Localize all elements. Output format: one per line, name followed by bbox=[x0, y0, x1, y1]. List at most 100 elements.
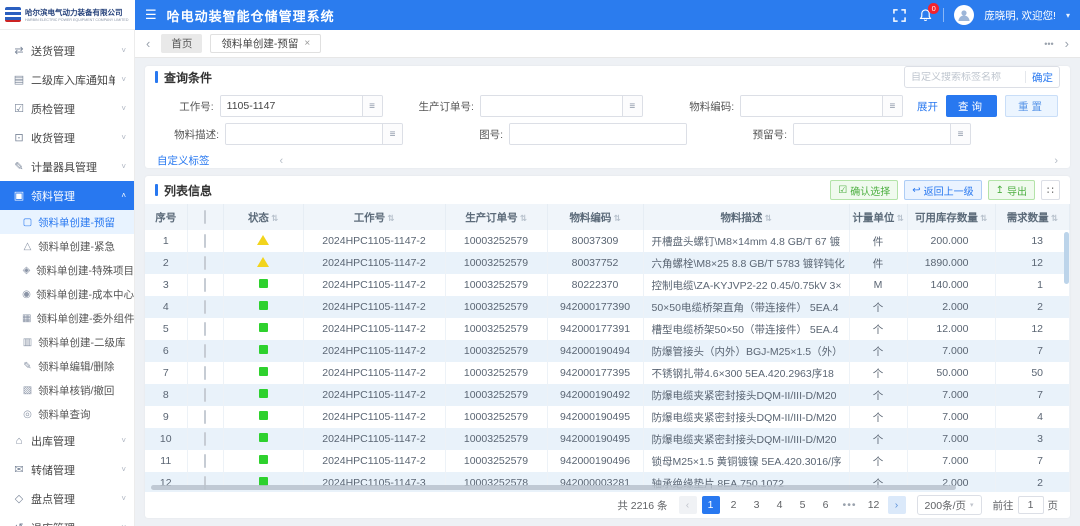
sidebar-subitem-create-secondary[interactable]: ▥领料单创建-二级库 bbox=[0, 330, 134, 354]
column-settings-icon[interactable]: ∷ bbox=[1041, 180, 1060, 200]
page-button-6[interactable]: 6 bbox=[817, 496, 835, 514]
tab-requisition-reserved[interactable]: 领料单创建-预留 × bbox=[210, 34, 321, 53]
sidebar-item-material-requisition-mgmt[interactable]: ▣领料管理˄ bbox=[0, 181, 134, 210]
page-button-2[interactable]: 2 bbox=[725, 496, 743, 514]
filter-icon[interactable]: ≡ bbox=[882, 96, 902, 116]
sidebar-item-return-mgmt[interactable]: ↺退库管理˅ bbox=[0, 513, 134, 526]
drawing-no-input[interactable] bbox=[510, 124, 686, 144]
sidebar-item-measuring-tools-mgmt[interactable]: ✎计量器具管理˅ bbox=[0, 152, 134, 181]
next-page-icon[interactable]: › bbox=[888, 496, 906, 514]
confirm-tag-button[interactable]: 确定 bbox=[1032, 70, 1053, 85]
row-checkbox[interactable] bbox=[204, 366, 206, 380]
column-header[interactable]: 生产订单号⇅ bbox=[445, 204, 547, 230]
page-button-1[interactable]: 1 bbox=[702, 496, 720, 514]
table-row[interactable]: 112024HPC1105-1147-210003252579942000190… bbox=[145, 450, 1070, 472]
table-row[interactable]: 82024HPC1105-1147-2100032525799420001904… bbox=[145, 384, 1070, 406]
row-checkbox[interactable] bbox=[204, 300, 206, 314]
user-avatar[interactable] bbox=[954, 5, 974, 25]
material-desc-input[interactable] bbox=[226, 124, 382, 144]
filter-icon[interactable]: ≡ bbox=[622, 96, 642, 116]
column-header[interactable]: 工作号⇅ bbox=[303, 204, 445, 230]
table-row[interactable]: 32024HPC1105-1147-21000325257980222370控制… bbox=[145, 274, 1070, 296]
production-order-input[interactable] bbox=[481, 96, 622, 116]
sidebar-subitem-requisition-query[interactable]: ◎领料单查询 bbox=[0, 402, 134, 426]
row-checkbox[interactable] bbox=[204, 234, 206, 248]
sort-icon[interactable]: ⇅ bbox=[764, 213, 771, 223]
row-checkbox[interactable] bbox=[204, 278, 206, 292]
table-row[interactable]: 12024HPC1105-1147-21000325257980037309开槽… bbox=[145, 230, 1070, 252]
column-header[interactable]: 物料描述⇅ bbox=[643, 204, 849, 230]
sidebar-subitem-create-reserved[interactable]: ▢领料单创建-预留 bbox=[0, 210, 134, 234]
row-checkbox[interactable] bbox=[204, 388, 206, 402]
chevron-down-icon[interactable]: ▾ bbox=[1066, 11, 1070, 20]
horizontal-scrollbar[interactable] bbox=[151, 485, 956, 490]
row-checkbox[interactable] bbox=[204, 410, 206, 424]
select-all-checkbox[interactable] bbox=[204, 210, 206, 224]
sidebar-item-quality-mgmt[interactable]: ☑质检管理˅ bbox=[0, 94, 134, 123]
select-all-header[interactable] bbox=[187, 204, 223, 230]
column-header[interactable]: 计量单位⇅ bbox=[849, 204, 907, 230]
filter-icon[interactable]: ≡ bbox=[362, 96, 382, 116]
page-button-12[interactable]: 12 bbox=[865, 496, 883, 514]
tags-scroll-left-icon[interactable]: ‹ bbox=[280, 155, 284, 167]
sort-icon[interactable]: ⇅ bbox=[387, 213, 394, 223]
custom-tag-link[interactable]: 自定义标签 bbox=[157, 153, 210, 168]
close-tab-icon[interactable]: × bbox=[304, 38, 310, 49]
tabs-scroll-left-icon[interactable]: ‹ bbox=[143, 36, 153, 51]
table-row[interactable]: 42024HPC1105-1147-2100032525799420001773… bbox=[145, 296, 1070, 318]
collapse-menu-icon[interactable]: ☰ bbox=[145, 7, 157, 23]
table-row[interactable]: 52024HPC1105-1147-2100032525799420001773… bbox=[145, 318, 1070, 340]
tags-scroll-right-icon[interactable]: › bbox=[1054, 155, 1058, 167]
sort-icon[interactable]: ⇅ bbox=[980, 213, 987, 223]
return-up-button[interactable]: ↩返回上一级 bbox=[904, 180, 981, 200]
sidebar-item-outbound-mgmt[interactable]: ⌂出库管理˅ bbox=[0, 426, 134, 455]
column-header[interactable]: 物料编码⇅ bbox=[547, 204, 643, 230]
search-button[interactable]: 查询 bbox=[946, 95, 997, 117]
table-row[interactable]: 72024HPC1105-1147-2100032525799420001773… bbox=[145, 362, 1070, 384]
page-size-select[interactable]: 200条/页 ▾ bbox=[917, 495, 982, 515]
row-checkbox[interactable] bbox=[204, 344, 206, 358]
row-checkbox[interactable] bbox=[204, 454, 206, 468]
sidebar-item-receiving-mgmt[interactable]: ⊡收货管理˅ bbox=[0, 123, 134, 152]
vertical-scrollbar[interactable] bbox=[1064, 232, 1069, 284]
filter-icon[interactable]: ≡ bbox=[950, 124, 970, 144]
column-header[interactable]: 可用库存数量⇅ bbox=[907, 204, 995, 230]
column-header[interactable]: 状态⇅ bbox=[223, 204, 303, 230]
sort-icon[interactable]: ⇅ bbox=[271, 213, 278, 223]
sidebar-subitem-writeoff-withdraw[interactable]: ▧领料单核销/撤回 bbox=[0, 378, 134, 402]
notification-bell-icon[interactable]: 0 bbox=[917, 7, 933, 23]
expand-link[interactable]: 展开 bbox=[917, 99, 938, 114]
sort-icon[interactable]: ⇅ bbox=[520, 213, 527, 223]
tab-home[interactable]: 首页 bbox=[161, 34, 202, 53]
filter-icon[interactable]: ≡ bbox=[382, 124, 402, 144]
reset-button[interactable]: 重置 bbox=[1005, 95, 1058, 117]
row-checkbox[interactable] bbox=[204, 322, 206, 336]
column-header[interactable]: 需求数量⇅ bbox=[995, 204, 1070, 230]
sidebar-item-stocktake-mgmt[interactable]: ◇盘点管理˅ bbox=[0, 484, 134, 513]
fullscreen-icon[interactable] bbox=[891, 7, 907, 23]
table-row[interactable]: 102024HPC1105-1147-210003252579942000190… bbox=[145, 428, 1070, 450]
table-row[interactable]: 62024HPC1105-1147-2100032525799420001904… bbox=[145, 340, 1070, 362]
sidebar-subitem-edit-delete[interactable]: ✎领料单编辑/删除 bbox=[0, 354, 134, 378]
sort-icon[interactable]: ⇅ bbox=[613, 213, 620, 223]
sort-icon[interactable]: ⇅ bbox=[1051, 213, 1058, 223]
tabs-more-icon[interactable]: ••• bbox=[1044, 39, 1053, 49]
sidebar-subitem-create-special-project[interactable]: ◈领料单创建-特殊项目 bbox=[0, 258, 134, 282]
table-row[interactable]: 22024HPC1105-1147-21000325257980037752六角… bbox=[145, 252, 1070, 274]
sidebar-item-delivery-mgmt[interactable]: ⇄送货管理˅ bbox=[0, 36, 134, 65]
custom-tag-name-input[interactable] bbox=[911, 72, 1019, 83]
sidebar-item-secondary-inbound-notice[interactable]: ▤二级库入库通知单˅ bbox=[0, 65, 134, 94]
sidebar-subitem-create-cost-center[interactable]: ◉领料单创建-成本中心 bbox=[0, 282, 134, 306]
page-button-4[interactable]: 4 bbox=[771, 496, 789, 514]
row-checkbox[interactable] bbox=[204, 432, 206, 446]
sort-icon[interactable]: ⇅ bbox=[896, 213, 903, 223]
row-checkbox[interactable] bbox=[204, 256, 206, 270]
confirm-select-button[interactable]: ☑确认选择 bbox=[830, 180, 898, 200]
table-row[interactable]: 92024HPC1105-1147-2100032525799420001904… bbox=[145, 406, 1070, 428]
sidebar-subitem-create-outsourced[interactable]: ▦领料单创建-委外组件 bbox=[0, 306, 134, 330]
tabs-scroll-right-icon[interactable]: › bbox=[1062, 36, 1072, 51]
reserve-no-input[interactable] bbox=[794, 124, 950, 144]
export-button[interactable]: ↥导出 bbox=[988, 180, 1035, 200]
sidebar-item-transfer-mgmt[interactable]: ✉转储管理˅ bbox=[0, 455, 134, 484]
sidebar-subitem-create-urgent[interactable]: △领料单创建-紧急 bbox=[0, 234, 134, 258]
